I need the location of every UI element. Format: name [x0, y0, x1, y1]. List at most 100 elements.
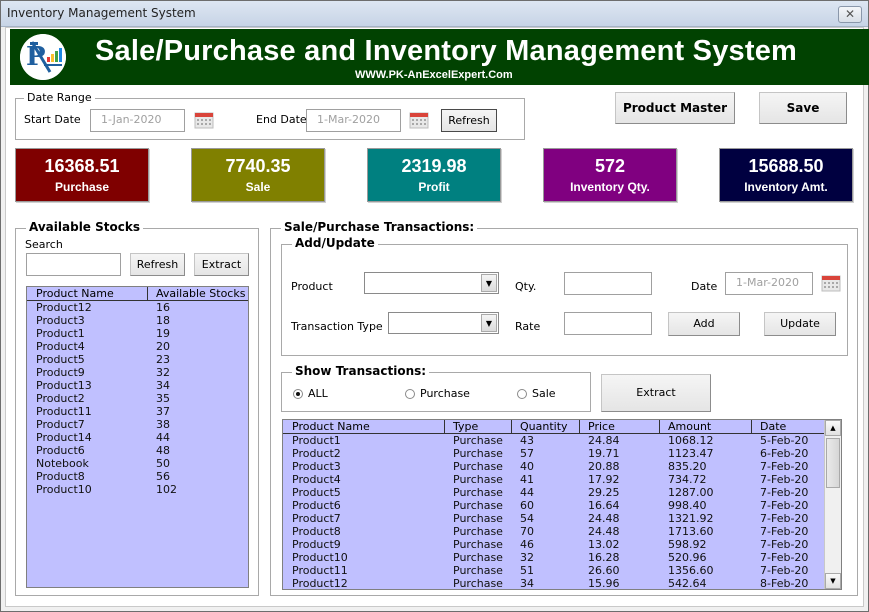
transaction-row[interactable]: Product4 Purchase 41 17.92 734.72 7-Feb-20	[283, 473, 841, 486]
tx-quantity: 70	[520, 525, 534, 538]
qty-input[interactable]	[564, 272, 652, 295]
radio-sale-indicator[interactable]	[517, 388, 527, 399]
available-stocks-legend: Available Stocks	[26, 220, 143, 234]
stock-available-qty: 102	[156, 483, 177, 496]
sale-card: 7740.35 Sale	[191, 148, 325, 202]
stock-available-qty: 48	[156, 444, 170, 457]
transaction-row[interactable]: Product5 Purchase 44 29.25 1287.00 7-Feb-20	[283, 486, 841, 499]
tx-quantity: 51	[520, 564, 534, 577]
tx-amount: 1713.60	[668, 525, 714, 538]
product-dropdown-arrow-icon[interactable]: ▼	[481, 274, 497, 292]
transactions-list[interactable]: Product Name Type Quantity Price Amount …	[282, 419, 842, 590]
tx-date: 7-Feb-20	[760, 486, 809, 499]
stock-row[interactable]: Product11 37	[27, 405, 248, 418]
tx-type: Purchase	[453, 499, 503, 512]
stock-row[interactable]: Product2 35	[27, 392, 248, 405]
transaction-row[interactable]: Product10 Purchase 32 16.28 520.96 7-Feb-20	[283, 551, 841, 564]
stock-row[interactable]: Product4 20	[27, 340, 248, 353]
scroll-thumb[interactable]	[826, 438, 840, 488]
transaction-row[interactable]: Product7 Purchase 54 24.48 1321.92 7-Feb-20	[283, 512, 841, 525]
tx-date: 7-Feb-20	[760, 538, 809, 551]
stock-available-qty: 19	[156, 327, 170, 340]
stock-row[interactable]: Product13 34	[27, 379, 248, 392]
col-header-type[interactable]: Type	[453, 420, 478, 433]
radio-all[interactable]: ALL	[293, 387, 328, 400]
radio-purchase[interactable]: Purchase	[405, 387, 470, 400]
tx-amount: 1321.92	[668, 512, 714, 525]
title-bar[interactable]: Inventory Management System ✕	[1, 1, 868, 27]
close-button[interactable]: ✕	[838, 6, 862, 23]
stocks-extract-button[interactable]: Extract	[194, 253, 249, 276]
stock-row[interactable]: Notebook 50	[27, 457, 248, 470]
stock-row[interactable]: Product7 38	[27, 418, 248, 431]
stock-available-qty: 44	[156, 431, 170, 444]
col-header-quantity[interactable]: Quantity	[520, 420, 568, 433]
transaction-row[interactable]: Product6 Purchase 60 16.64 998.40 7-Feb-20	[283, 499, 841, 512]
transactions-extract-button[interactable]: Extract	[601, 374, 711, 412]
transaction-row[interactable]: Product2 Purchase 57 19.71 1123.47 6-Feb-20	[283, 447, 841, 460]
stock-row[interactable]: Product6 48	[27, 444, 248, 457]
tx-type: Purchase	[453, 486, 503, 499]
tx-price: 20.88	[588, 460, 620, 473]
col-header-amount[interactable]: Amount	[668, 420, 711, 433]
col-header-available-stocks[interactable]: Available Stocks	[156, 287, 245, 300]
stocks-refresh-button[interactable]: Refresh	[130, 253, 185, 276]
tx-date: 7-Feb-20	[760, 473, 809, 486]
radio-purchase-indicator[interactable]	[405, 388, 415, 399]
col-header-product-name[interactable]: Product Name	[36, 287, 114, 300]
transaction-row[interactable]: Product3 Purchase 40 20.88 835.20 7-Feb-20	[283, 460, 841, 473]
product-master-button[interactable]: Product Master	[615, 92, 735, 124]
col-header-product-name[interactable]: Product Name	[292, 420, 370, 433]
end-date-field[interactable]: 1-Mar-2020	[306, 109, 401, 132]
transaction-row[interactable]: Product9 Purchase 46 13.02 598.92 7-Feb-20	[283, 538, 841, 551]
transaction-row[interactable]: Product11 Purchase 51 26.60 1356.60 7-Feb-20	[283, 564, 841, 577]
stock-row[interactable]: Product1 19	[27, 327, 248, 340]
transactions-scrollbar[interactable]: ▲ ▼	[824, 420, 841, 589]
stock-row[interactable]: Product9 32	[27, 366, 248, 379]
transaction-row[interactable]: Product1 Purchase 43 24.84 1068.12 5-Feb-20	[283, 434, 841, 447]
stock-product-name: Product14	[36, 431, 92, 444]
radio-sale[interactable]: Sale	[517, 387, 556, 400]
stock-available-qty: 35	[156, 392, 170, 405]
stock-row[interactable]: Product12 16	[27, 301, 248, 314]
tx-product-name: Product3	[292, 460, 341, 473]
product-dropdown[interactable]: ▼	[364, 272, 499, 294]
transaction-date-calendar-icon[interactable]	[821, 274, 841, 292]
end-date-calendar-icon[interactable]	[409, 111, 429, 129]
start-date-calendar-icon[interactable]	[194, 111, 214, 129]
rate-input[interactable]	[564, 312, 652, 335]
stock-row[interactable]: Product3 18	[27, 314, 248, 327]
stock-available-qty: 50	[156, 457, 170, 470]
transaction-row[interactable]: Product8 Purchase 70 24.48 1713.60 7-Feb-20	[283, 525, 841, 538]
tx-date: 7-Feb-20	[760, 525, 809, 538]
date-refresh-button[interactable]: Refresh	[441, 109, 497, 132]
purchase-card: 16368.51 Purchase	[15, 148, 149, 202]
search-input[interactable]	[26, 253, 121, 276]
tx-price: 15.96	[588, 577, 620, 590]
save-button[interactable]: Save	[759, 92, 847, 124]
transaction-row[interactable]: Product12 Purchase 34 15.96 542.64 8-Feb-20	[283, 577, 841, 590]
stock-row[interactable]: Product8 56	[27, 470, 248, 483]
add-button[interactable]: Add	[668, 312, 740, 336]
transaction-type-dropdown[interactable]: ▼	[388, 312, 499, 334]
available-stocks-list[interactable]: Product Name Available Stocks Product12 1…	[26, 286, 249, 588]
col-header-date[interactable]: Date	[760, 420, 786, 433]
stock-product-name: Product5	[36, 353, 85, 366]
stock-row[interactable]: Product5 23	[27, 353, 248, 366]
col-header-price[interactable]: Price	[588, 420, 615, 433]
scroll-down-arrow-icon[interactable]: ▼	[825, 573, 841, 589]
app-window: Inventory Management System ✕ P Sale/Pur…	[0, 0, 869, 612]
stock-available-qty: 16	[156, 301, 170, 314]
transaction-type-dropdown-arrow-icon[interactable]: ▼	[481, 314, 497, 332]
date-range-group: Date Range Start Date 1-Jan-2020 End Dat…	[15, 91, 525, 140]
start-date-field[interactable]: 1-Jan-2020	[90, 109, 185, 132]
transaction-date-field[interactable]: 1-Mar-2020	[725, 272, 813, 295]
radio-all-indicator[interactable]	[293, 388, 303, 399]
tx-date: 6-Feb-20	[760, 447, 809, 460]
stock-row[interactable]: Product10 102	[27, 483, 248, 496]
stock-row[interactable]: Product14 44	[27, 431, 248, 444]
update-button[interactable]: Update	[764, 312, 836, 336]
header-banner: P Sale/Purchase and Inventory Management…	[10, 29, 869, 85]
tx-price: 16.64	[588, 499, 620, 512]
scroll-up-arrow-icon[interactable]: ▲	[825, 420, 841, 436]
